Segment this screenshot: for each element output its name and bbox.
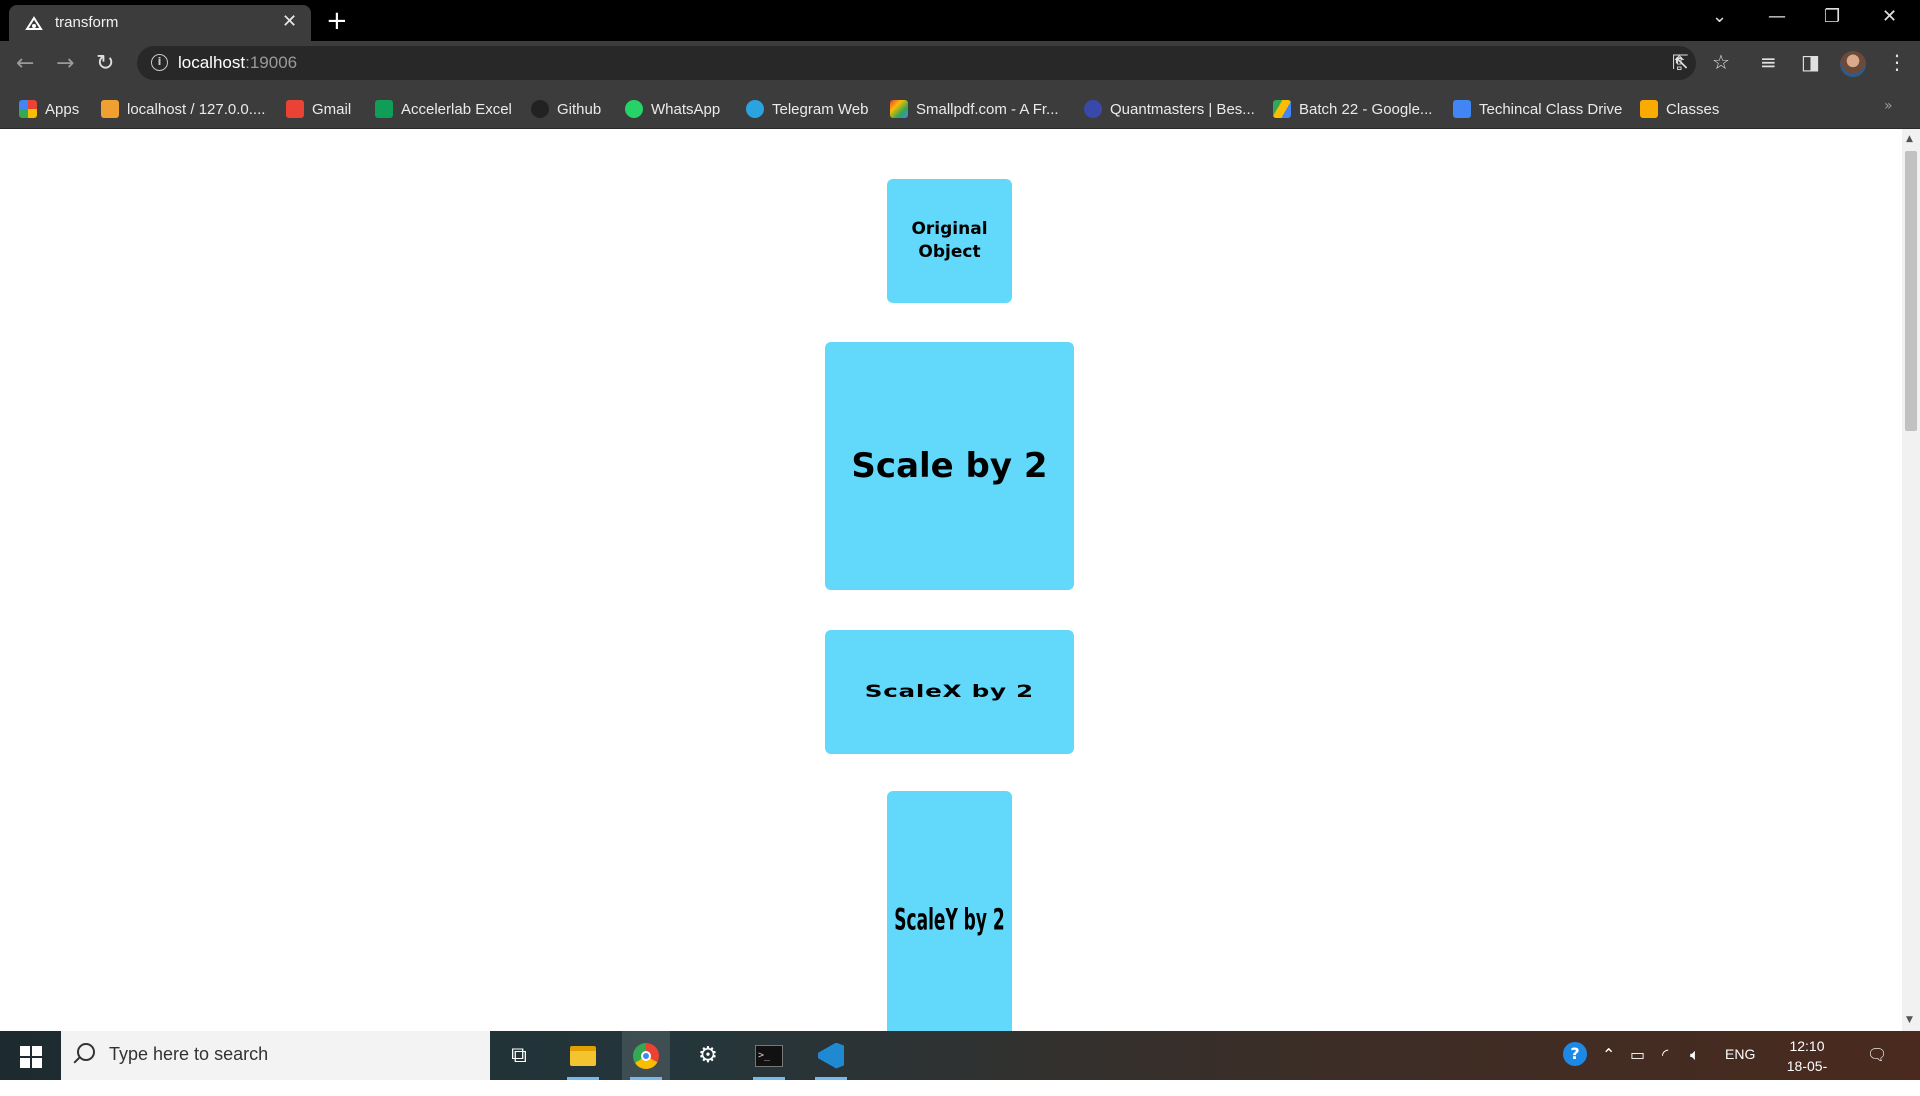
- language-indicator[interactable]: ENG: [1725, 1046, 1755, 1062]
- search-icon: [77, 1043, 95, 1061]
- taskbar-search[interactable]: Type here to search: [61, 1031, 490, 1080]
- new-tab-button[interactable]: +: [326, 8, 348, 34]
- classroom-icon: [1640, 100, 1658, 118]
- scaley-by-2-box: ScaleY by 2: [887, 791, 1012, 1031]
- clock-time: 12:10: [1789, 1038, 1825, 1054]
- whatsapp-icon: [625, 100, 643, 118]
- bookmark-quantmasters[interactable]: Quantmasters | Bes...: [1084, 98, 1255, 120]
- browser-tab[interactable]: transform ✕: [9, 5, 311, 41]
- reload-button[interactable]: ↻: [96, 51, 114, 76]
- bookmark-whatsapp[interactable]: WhatsApp: [625, 98, 720, 120]
- scrollbar-thumb[interactable]: [1905, 151, 1917, 431]
- address-bar[interactable]: i localhost:19006 ⇪: [137, 46, 1696, 80]
- url-host: localhost: [178, 53, 246, 72]
- terminal-icon[interactable]: >_: [745, 1031, 793, 1080]
- wifi-icon[interactable]: ◜: [1662, 1045, 1668, 1064]
- sheets-icon: [375, 100, 393, 118]
- tab-title: transform: [55, 14, 119, 31]
- menu-kebab-icon[interactable]: ⋮: [1887, 50, 1907, 74]
- bookmark-apps[interactable]: Apps: [19, 98, 79, 120]
- url-port: :19006: [245, 53, 298, 72]
- show-hidden-icons-chevron-icon[interactable]: ⌃: [1602, 1045, 1615, 1064]
- vscode-icon[interactable]: [807, 1031, 855, 1080]
- scalex-by-2-box: ScaleX by 2: [825, 630, 1074, 754]
- expo-favicon-icon: [25, 16, 43, 30]
- profile-avatar[interactable]: [1840, 51, 1866, 77]
- bookmark-accelerlab-excel[interactable]: Accelerlab Excel: [375, 98, 512, 120]
- close-window-button[interactable]: ✕: [1882, 6, 1897, 27]
- windows-start-icon[interactable]: [20, 1046, 42, 1068]
- quantmasters-icon: [1084, 100, 1102, 118]
- drive-icon: [1273, 100, 1291, 118]
- volume-icon[interactable]: 🔈︎: [1690, 1045, 1700, 1065]
- tab-strip: transform ✕ + ⌄ — ❐ ✕: [0, 0, 1920, 41]
- github-icon: [531, 100, 549, 118]
- back-button[interactable]: ←: [16, 51, 34, 76]
- bookmark-localhost[interactable]: localhost / 127.0.0....: [101, 98, 265, 120]
- tab-search-icon[interactable]: ⌄: [1712, 6, 1727, 27]
- bookmark-smallpdf[interactable]: Smallpdf.com - A Fr...: [890, 98, 1059, 120]
- bookmark-classes[interactable]: Classes: [1640, 98, 1719, 120]
- chrome-icon[interactable]: [622, 1031, 670, 1080]
- media-control-icon[interactable]: ≡: [1760, 50, 1777, 74]
- url-text[interactable]: localhost:19006: [178, 53, 297, 73]
- apps-grid-icon: [19, 100, 37, 118]
- bookmark-github[interactable]: Github: [531, 98, 601, 120]
- bookmark-telegram[interactable]: Telegram Web: [746, 98, 868, 120]
- notifications-icon[interactable]: 🗨︎: [1867, 1045, 1887, 1064]
- search-placeholder: Type here to search: [109, 1044, 269, 1064]
- browser-toolbar: ← → ↻ i localhost:19006 ⇪ ⇱ ☆ ≡ ◨ ⋮: [0, 41, 1920, 89]
- scale-by-2-box: Scale by 2: [825, 342, 1074, 590]
- scroll-down-icon[interactable]: ▼: [1906, 1015, 1913, 1025]
- clock-date: 18-05-2022: [1786, 1058, 1828, 1094]
- share-page-icon[interactable]: ⇱: [1672, 50, 1689, 74]
- settings-gear-icon[interactable]: ⚙: [684, 1031, 732, 1080]
- phpmyadmin-icon: [101, 100, 119, 118]
- bookmark-gmail[interactable]: Gmail: [286, 98, 351, 120]
- scalex-by-2-label: ScaleX by 2: [864, 682, 1035, 702]
- bookmark-technical-class-drive[interactable]: Techincal Class Drive: [1453, 98, 1622, 120]
- page-viewport: Original Object Scale by 2 ScaleX by 2 S…: [0, 129, 1902, 1031]
- gmail-icon: [286, 100, 304, 118]
- telegram-icon: [746, 100, 764, 118]
- docs-icon: [1453, 100, 1471, 118]
- windows-taskbar: Type here to search ⧉ ⚙ >_ ? ⌃ ▭ ◜ 🔈︎ EN…: [0, 1031, 1920, 1094]
- original-object-box: Original Object: [887, 179, 1012, 303]
- file-explorer-icon[interactable]: [559, 1031, 607, 1080]
- task-view-icon[interactable]: ⧉: [495, 1031, 543, 1080]
- bookmark-star-icon[interactable]: ☆: [1712, 50, 1730, 74]
- bookmarks-bar: Apps localhost / 127.0.0.... Gmail Accel…: [0, 89, 1920, 129]
- scroll-up-icon[interactable]: ▲: [1906, 134, 1913, 144]
- minimize-button[interactable]: —: [1768, 6, 1786, 27]
- clock[interactable]: 12:10 18-05-2022: [1772, 1036, 1842, 1096]
- restore-button[interactable]: ❐: [1824, 6, 1840, 27]
- help-icon[interactable]: ?: [1563, 1042, 1587, 1066]
- site-info-icon[interactable]: i: [151, 54, 168, 71]
- scaley-by-2-label: ScaleY by 2: [894, 904, 1005, 938]
- battery-icon[interactable]: ▭: [1630, 1045, 1645, 1064]
- bookmarks-overflow-icon[interactable]: »: [1884, 98, 1893, 114]
- side-panel-icon[interactable]: ◨: [1801, 50, 1820, 74]
- original-object-label: Original Object: [911, 219, 988, 262]
- scale-by-2-label: Scale by 2: [851, 446, 1048, 486]
- tab-close-icon[interactable]: ✕: [282, 13, 297, 31]
- smallpdf-icon: [890, 100, 908, 118]
- page-scrollbar[interactable]: ▲ ▼: [1902, 129, 1920, 1031]
- forward-button[interactable]: →: [56, 51, 74, 76]
- bookmark-batch-22[interactable]: Batch 22 - Google...: [1273, 98, 1432, 120]
